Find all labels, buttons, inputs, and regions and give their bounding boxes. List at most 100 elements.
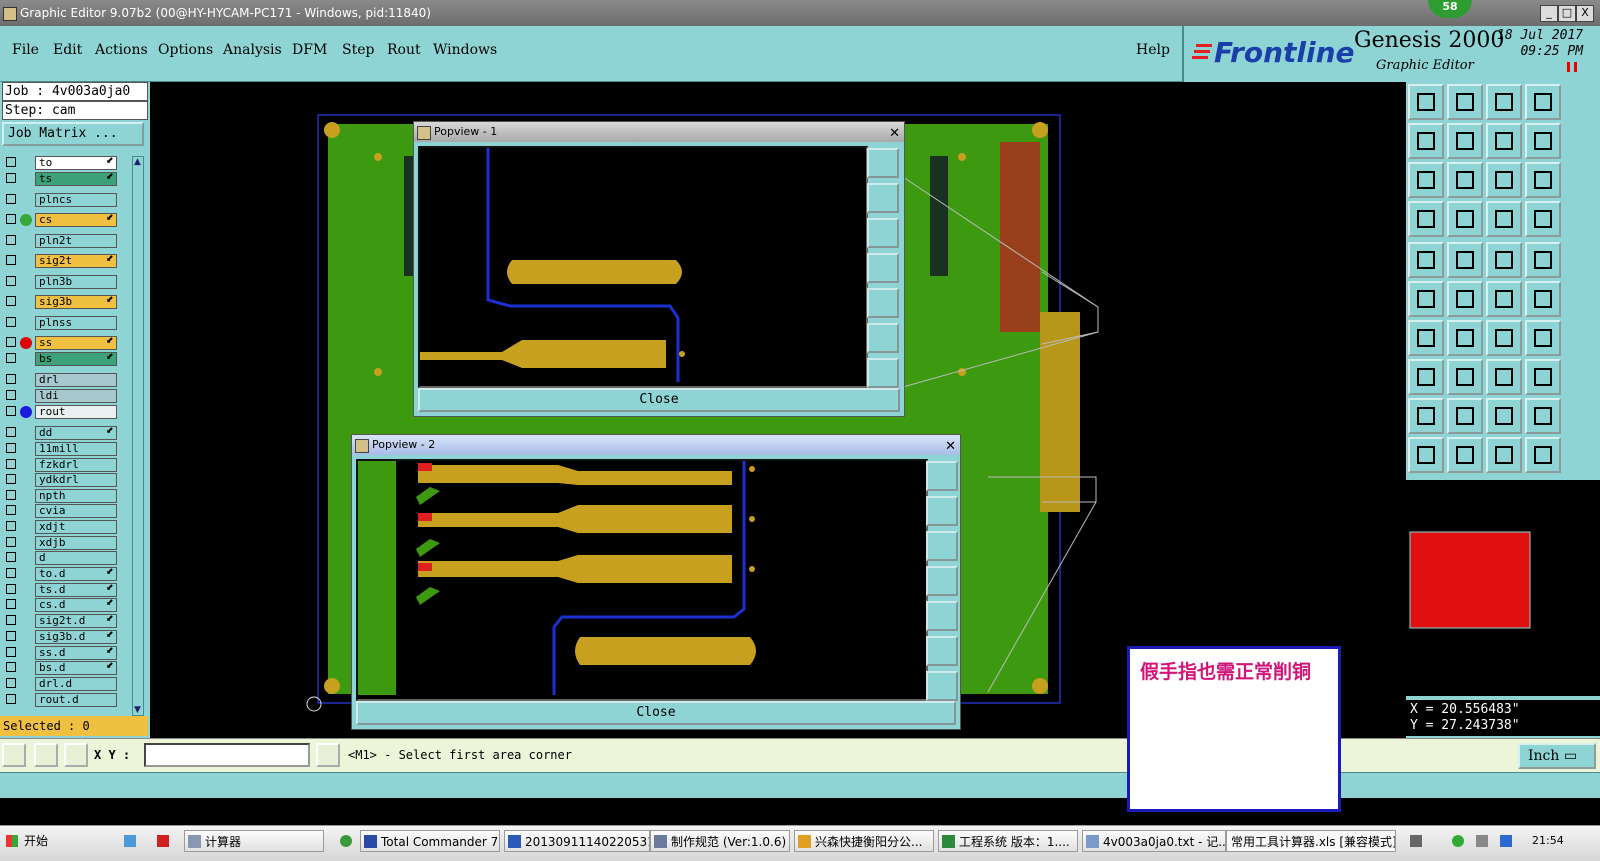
popview-2-tool-5[interactable]: [926, 601, 958, 631]
node-icon[interactable]: [1408, 281, 1444, 317]
layer-checkbox[interactable]: [6, 459, 16, 469]
popview-1-view[interactable]: [418, 146, 868, 388]
layer-label[interactable]: xdjt: [35, 520, 117, 534]
layer-checkbox[interactable]: [6, 296, 16, 306]
popview-1-tool-4[interactable]: [867, 253, 899, 283]
overview-minimap[interactable]: [1406, 480, 1600, 696]
scroll-down-icon[interactable]: ▼: [134, 705, 141, 715]
layer-checkbox[interactable]: [6, 584, 16, 594]
popview-2-view[interactable]: [356, 459, 928, 701]
layer-checkbox[interactable]: [6, 521, 16, 531]
pause-icon[interactable]: [1567, 62, 1577, 72]
layer-row[interactable]: bs ⬋: [2, 352, 130, 366]
layer-label[interactable]: d: [35, 551, 117, 565]
start-button[interactable]: 开始: [2, 830, 62, 852]
arrow3-icon[interactable]: [1486, 437, 1522, 473]
layer-label[interactable]: ts.d: [35, 583, 117, 597]
layer-label[interactable]: ydkdrl: [35, 473, 117, 487]
popview-1-tool-1[interactable]: [867, 148, 899, 178]
layer-row[interactable]: xdjt: [2, 520, 130, 534]
layer-label[interactable]: plnss: [35, 316, 117, 330]
layer-checkbox[interactable]: [6, 173, 16, 183]
layer-label[interactable]: fzkdrl: [35, 458, 117, 472]
box-icon[interactable]: [1408, 359, 1444, 395]
layer-row[interactable]: sig2t ⬋: [2, 254, 130, 268]
layer-row[interactable]: xdjb: [2, 536, 130, 550]
minimize-button[interactable]: _: [1540, 5, 1558, 22]
layer-label[interactable]: dd: [35, 426, 117, 440]
layer-label[interactable]: rout: [35, 405, 117, 419]
layer-row[interactable]: plncs: [2, 193, 130, 207]
task-calculator[interactable]: 计算器: [184, 830, 324, 852]
layer-row[interactable]: sig3b.d ⬋: [2, 630, 130, 644]
dot-icon[interactable]: [1525, 242, 1561, 278]
layer-checkbox[interactable]: [6, 235, 16, 245]
layer-row[interactable]: cs.d ⬋: [2, 598, 130, 612]
pdf-icon[interactable]: [157, 835, 169, 847]
layer-checkbox[interactable]: [6, 353, 16, 363]
slope-icon[interactable]: [1447, 320, 1483, 356]
layer-label[interactable]: rout.d: [35, 693, 117, 707]
layer-label[interactable]: drl: [35, 373, 117, 387]
check-icon[interactable]: [1525, 359, 1561, 395]
layer-label[interactable]: pln3b: [35, 275, 117, 289]
layer-row[interactable]: drl: [2, 373, 130, 387]
layer-row[interactable]: plnss: [2, 316, 130, 330]
layer-label[interactable]: sig3b.d: [35, 630, 117, 644]
layer-label[interactable]: to.d: [35, 567, 117, 581]
drill-icon[interactable]: [1447, 201, 1483, 237]
layer-checkbox[interactable]: [6, 599, 16, 609]
menu-dfm[interactable]: DFM: [292, 42, 327, 58]
layer-label[interactable]: ss: [35, 336, 117, 350]
task-branch[interactable]: 兴森快捷衡阳分公...: [794, 830, 934, 852]
popview-1-close-button[interactable]: Close: [418, 388, 900, 412]
menu-file[interactable]: File: [12, 42, 39, 58]
layer-row[interactable]: npth: [2, 489, 130, 503]
cursor-mode-icon[interactable]: [316, 743, 340, 767]
triangle3-icon[interactable]: [1486, 398, 1522, 434]
redo-icon[interactable]: [1447, 84, 1483, 120]
close-window-button[interactable]: X: [1576, 5, 1594, 22]
layer-row[interactable]: 11mill: [2, 442, 130, 456]
layer-checkbox[interactable]: [6, 194, 16, 204]
menu-actions[interactable]: Actions: [95, 42, 148, 58]
ruler-icon[interactable]: [1486, 242, 1522, 278]
popview-1-tool-3[interactable]: [867, 218, 899, 248]
zoom-area-icon[interactable]: [2, 743, 26, 767]
tray-icon-1[interactable]: [1410, 835, 1422, 847]
layer-row[interactable]: pln3b: [2, 275, 130, 289]
popview-1-tool-5[interactable]: [867, 288, 899, 318]
layer-checkbox[interactable]: [6, 337, 16, 347]
layer-row[interactable]: to ⬋: [2, 156, 130, 170]
edge-icon[interactable]: [1408, 320, 1444, 356]
undo-icon[interactable]: [1408, 84, 1444, 120]
layer-label[interactable]: sig2t.d: [35, 614, 117, 628]
menu-analysis[interactable]: Analysis: [223, 42, 282, 58]
layer-checkbox[interactable]: [6, 427, 16, 437]
layer-label[interactable]: cs.d: [35, 598, 117, 612]
triangle2-icon[interactable]: [1447, 398, 1483, 434]
snap-icon[interactable]: [1408, 201, 1444, 237]
task-total-commander[interactable]: Total Commander 7.0...: [360, 830, 500, 852]
curve-icon[interactable]: [1486, 320, 1522, 356]
layer-checkbox[interactable]: [6, 255, 16, 265]
layer-row[interactable]: sig2t.d ⬋: [2, 614, 130, 628]
layer-checkbox[interactable]: [6, 490, 16, 500]
tray-icon-2[interactable]: [1452, 835, 1464, 847]
scale-icon[interactable]: [1486, 162, 1522, 198]
flip-icon[interactable]: [1486, 123, 1522, 159]
zoom-back-icon[interactable]: [1408, 123, 1444, 159]
layer-label[interactable]: cvia: [35, 504, 117, 518]
layer-label[interactable]: ss.d: [35, 646, 117, 660]
menu-windows[interactable]: Windows: [433, 42, 497, 58]
pan-icon[interactable]: [1447, 162, 1483, 198]
popview-2-tool-3[interactable]: [926, 531, 958, 561]
menu-options[interactable]: Options: [158, 42, 213, 58]
tray-icon-4[interactable]: [1500, 835, 1512, 847]
ie-icon[interactable]: [340, 835, 352, 847]
menu-step[interactable]: Step: [342, 42, 374, 58]
task-excel[interactable]: 常用工具计算器.xls [兼容模式]: [1226, 830, 1396, 852]
layer-row[interactable]: ss ⬋: [2, 336, 130, 350]
layer-row[interactable]: d: [2, 551, 130, 565]
layer-label[interactable]: ts: [35, 172, 117, 186]
